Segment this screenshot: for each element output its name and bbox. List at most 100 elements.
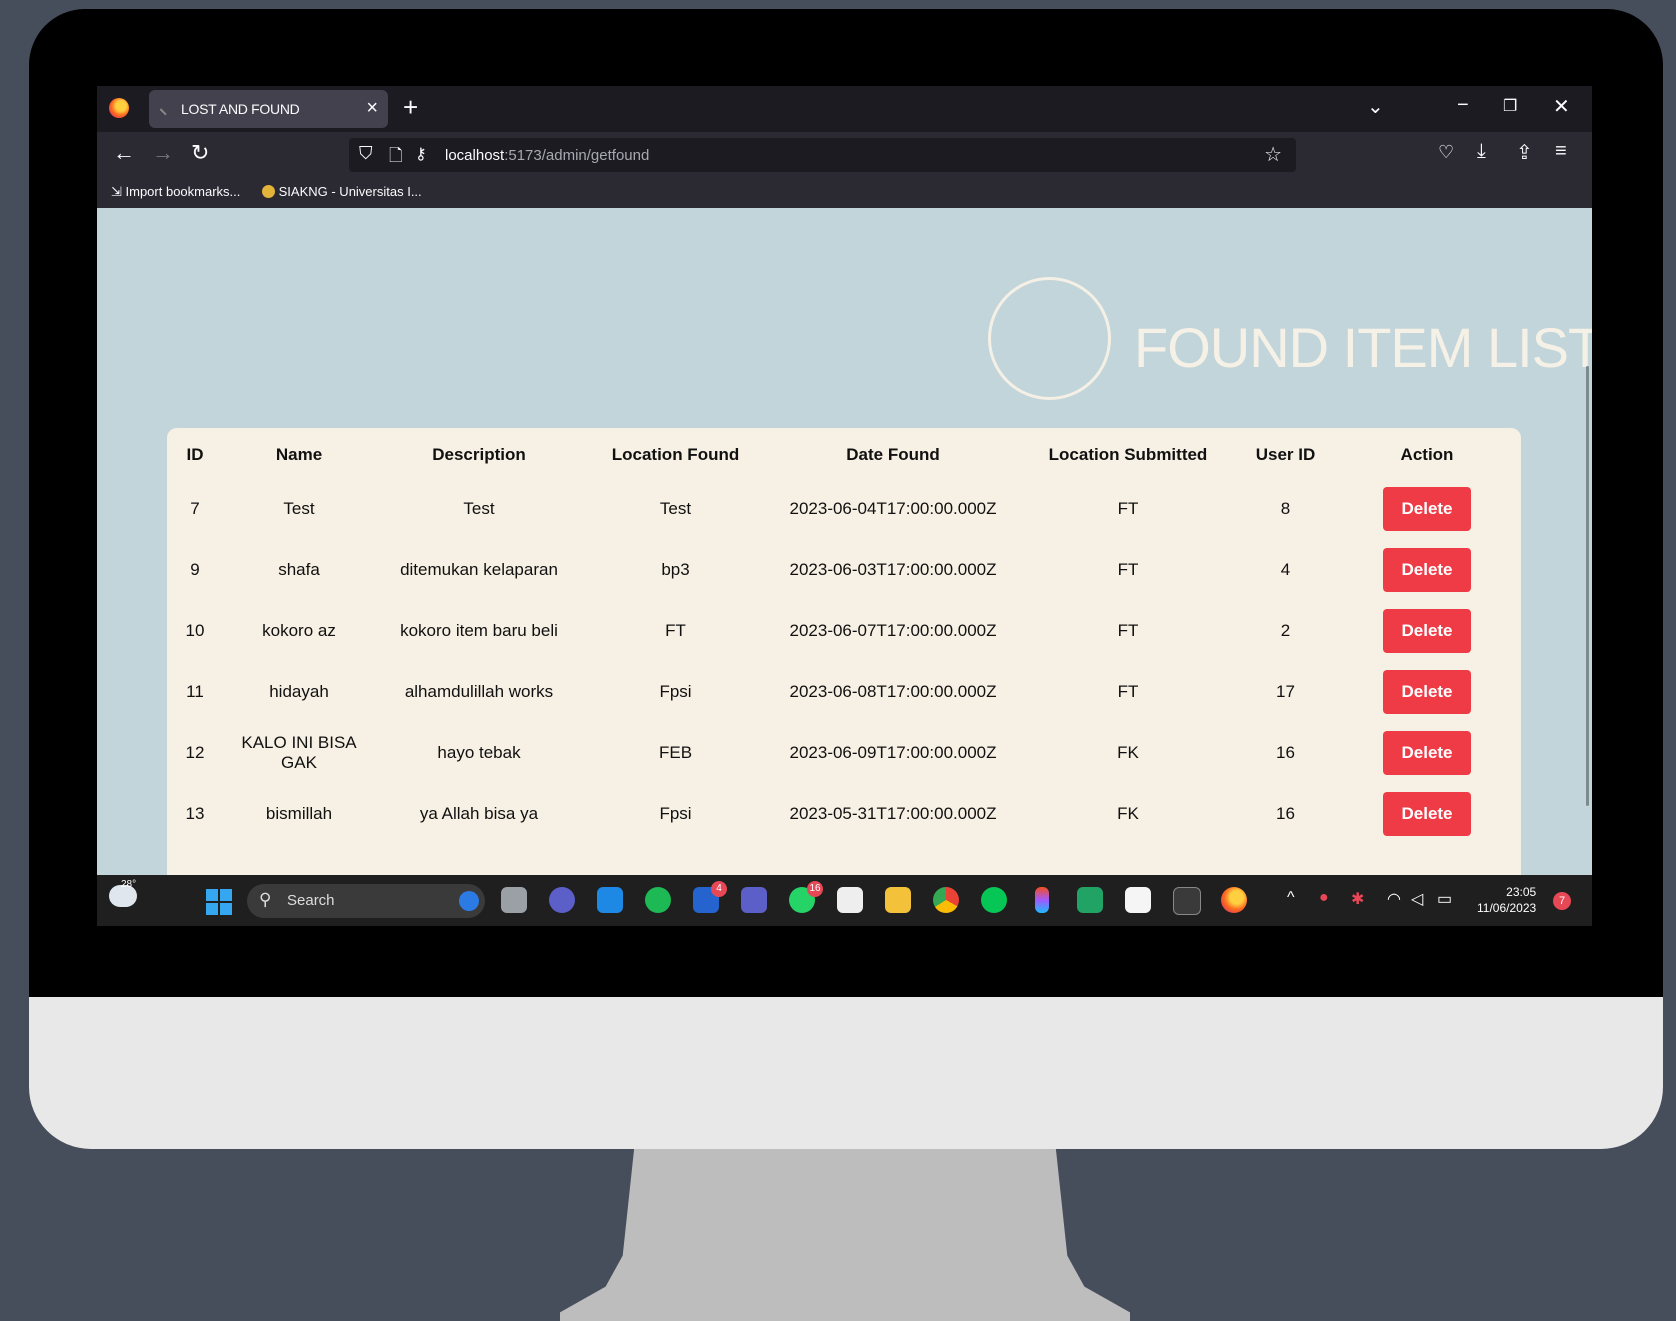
- spotify-icon[interactable]: [645, 887, 671, 913]
- cell-description: ya Allah bisa ya: [419, 803, 539, 823]
- file-explorer-icon[interactable]: [885, 887, 911, 913]
- cell-location-found: Fpsi: [659, 681, 692, 701]
- cell-id: 9: [190, 559, 200, 579]
- figma-icon[interactable]: [1035, 887, 1049, 913]
- cell-location-found: Test: [659, 498, 692, 518]
- tray-chevron-icon[interactable]: ^: [1287, 889, 1295, 907]
- vscode-icon[interactable]: [1125, 887, 1151, 913]
- delete-button[interactable]: Delete: [1383, 547, 1471, 592]
- wifi-icon[interactable]: ◠: [1387, 889, 1401, 909]
- notification-badge[interactable]: 7: [1553, 892, 1571, 910]
- star-icon[interactable]: ☆: [1264, 142, 1282, 167]
- download-icon[interactable]: ⤓: [1477, 140, 1486, 163]
- notion-icon[interactable]: [837, 887, 863, 913]
- cell-action: Delete: [1333, 722, 1521, 783]
- clock-time: 23:05: [1506, 885, 1537, 899]
- forward-icon[interactable]: →: [152, 140, 174, 166]
- cell-id: 12: [185, 742, 205, 762]
- found-items-table: ID Name Description Location Found Date …: [167, 428, 1521, 844]
- cell-date-found: 2023-06-07T17:00:00.000Z: [789, 620, 997, 640]
- tab-bar: LOST AND FOUND × + ⌄ − ❐ ✕: [97, 86, 1592, 132]
- cell-date-found: 2023-06-08T17:00:00.000Z: [789, 681, 997, 701]
- chrome-icon[interactable]: [933, 887, 959, 913]
- col-date-found: Date Found: [846, 445, 940, 464]
- chat-icon[interactable]: [549, 887, 575, 913]
- key-icon[interactable]: ⚷: [415, 144, 427, 164]
- cell-user-id: 8: [1280, 498, 1291, 518]
- whatsapp-icon[interactable]: 16: [789, 881, 823, 913]
- battery-icon[interactable]: ▭: [1437, 889, 1452, 909]
- volume-icon[interactable]: ◁: [1411, 889, 1423, 909]
- todo-icon[interactable]: 4: [693, 881, 727, 913]
- page-title: FOUND ITEM LISTS: [1134, 316, 1592, 379]
- new-tab-button[interactable]: +: [403, 92, 418, 123]
- cell-user-id: 17: [1276, 681, 1295, 701]
- shield-icon[interactable]: ⛉: [359, 143, 373, 164]
- minimize-icon[interactable]: −: [1457, 94, 1469, 117]
- firefox-taskbar-icon[interactable]: [1221, 887, 1247, 913]
- cell-name: bismillah: [265, 803, 333, 823]
- page-icon[interactable]: 🗋: [389, 143, 403, 172]
- terminal-icon[interactable]: [1173, 887, 1201, 915]
- tray-app2-icon[interactable]: ✱: [1351, 889, 1364, 909]
- cell-user-id: 16: [1276, 803, 1295, 823]
- menu-icon[interactable]: ≡: [1555, 140, 1567, 163]
- monitor-chin: [29, 997, 1663, 1149]
- task-view-icon[interactable]: [501, 887, 527, 913]
- col-location-submitted: Location Submitted: [1048, 445, 1208, 464]
- cell-location-found: bp3: [661, 559, 690, 579]
- tab-favicon-icon: [159, 102, 173, 116]
- cell-user-id: 4: [1280, 559, 1291, 579]
- import-bookmarks-link[interactable]: ⇲ Import bookmarks...: [111, 184, 240, 200]
- cell-action: Delete: [1333, 661, 1521, 722]
- weather-temp: 28°: [121, 879, 137, 890]
- tab-list-icon[interactable]: ⌄: [1367, 94, 1384, 119]
- logo-circle: [988, 277, 1111, 400]
- tray-app-icon[interactable]: ●: [1319, 889, 1329, 907]
- bing-icon[interactable]: [459, 891, 479, 911]
- line-icon[interactable]: [981, 887, 1007, 913]
- reload-icon[interactable]: ↻: [191, 140, 209, 166]
- cell-id: 11: [186, 681, 204, 701]
- table-row: 10 kokoro az kokoro item baru beli FT 20…: [167, 600, 1521, 661]
- taskbar-search[interactable]: ⚲ Search: [247, 884, 485, 918]
- cell-location-found: FEB: [658, 742, 693, 762]
- cell-name: KALO INI BISA GAK: [241, 732, 357, 772]
- url-text[interactable]: localhost:5173/admin/getfound: [445, 147, 649, 164]
- table-row: 9 shafa ditemukan kelaparan bp3 2023-06-…: [167, 539, 1521, 600]
- back-icon[interactable]: ←: [113, 140, 135, 166]
- cell-location-found: FT: [665, 620, 686, 640]
- col-id: ID: [186, 445, 204, 464]
- tab-close-icon[interactable]: ×: [366, 97, 378, 120]
- cell-action: Delete: [1333, 600, 1521, 661]
- delete-button[interactable]: Delete: [1383, 730, 1471, 775]
- col-user-id: User ID: [1255, 445, 1316, 464]
- start-icon[interactable]: [206, 889, 232, 915]
- close-window-icon[interactable]: ✕: [1553, 94, 1570, 119]
- cell-id: 13: [185, 803, 205, 823]
- myob-icon[interactable]: [597, 887, 623, 913]
- tab-lost-and-found[interactable]: LOST AND FOUND ×: [149, 90, 388, 128]
- siakng-bookmark[interactable]: SIAKNG - Universitas I...: [262, 184, 422, 199]
- restore-icon[interactable]: ❐: [1503, 96, 1517, 116]
- cell-date-found: 2023-06-09T17:00:00.000Z: [789, 742, 997, 762]
- cell-action: Delete: [1333, 478, 1521, 539]
- delete-button[interactable]: Delete: [1383, 486, 1471, 531]
- url-bar[interactable]: ⛉ 🗋 ⚷ localhost:5173/admin/getfound ☆: [349, 138, 1296, 172]
- whatsapp-badge: 16: [807, 881, 823, 897]
- page-scrollbar[interactable]: [1586, 366, 1589, 806]
- cell-name: Test: [283, 498, 315, 518]
- clock[interactable]: 23:05 11/06/2023: [1477, 884, 1536, 916]
- cell-description: hayo tebak: [437, 742, 521, 762]
- excel-icon[interactable]: [1077, 887, 1103, 913]
- pocket-icon[interactable]: ♡: [1438, 142, 1454, 163]
- url-host: localhost: [445, 147, 505, 164]
- delete-button[interactable]: Delete: [1383, 791, 1471, 836]
- delete-button[interactable]: Delete: [1383, 608, 1471, 653]
- delete-button[interactable]: Delete: [1383, 669, 1471, 714]
- teams-icon[interactable]: [741, 887, 767, 913]
- firefox-icon[interactable]: [109, 98, 129, 118]
- siakng-icon: [262, 185, 275, 198]
- cell-location-submitted: FT: [1117, 498, 1139, 518]
- extensions-icon[interactable]: ⇪: [1516, 140, 1533, 165]
